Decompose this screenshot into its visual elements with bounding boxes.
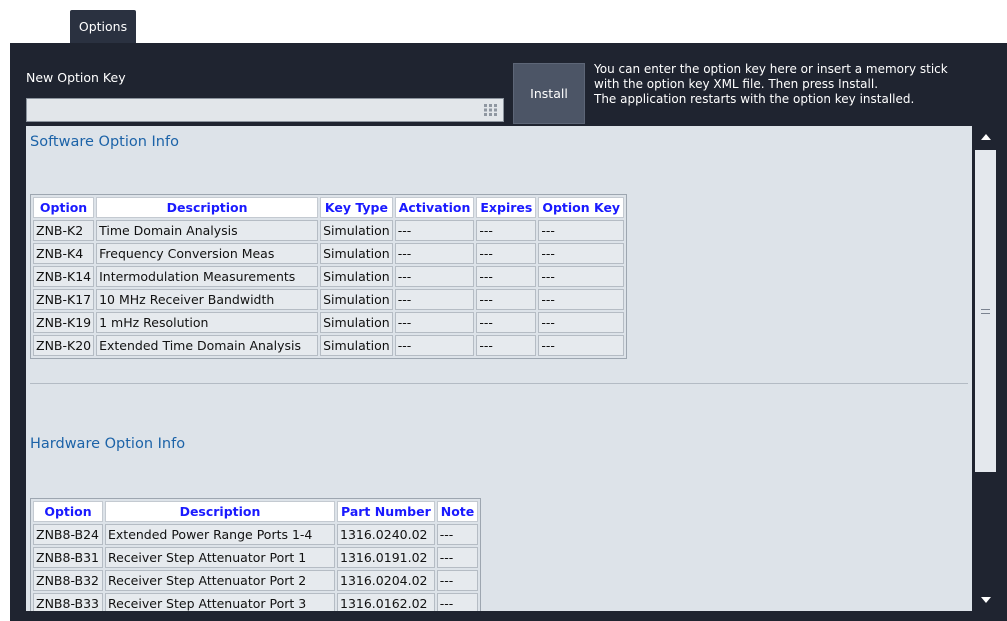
table-cell: Frequency Conversion Meas — [96, 243, 319, 264]
install-help-text: You can enter the option key here or ins… — [594, 62, 994, 107]
table-cell: Simulation — [320, 312, 393, 333]
table-cell: --- — [476, 266, 537, 287]
table-cell: --- — [394, 289, 475, 310]
section-divider — [30, 383, 968, 384]
table-cell: --- — [476, 243, 537, 264]
keypad-icon[interactable] — [484, 104, 497, 116]
table-cell: ZNB8-B24 — [33, 524, 103, 545]
table-row: ZNB-K19 1 mHz Resolution Simulation --- --- -… — [33, 312, 625, 333]
table-cell: ZNB-K2 — [33, 220, 95, 241]
arrow-up-icon[interactable] — [972, 126, 999, 148]
table-cell: ZNB8-B31 — [33, 547, 103, 568]
table-cell: Intermodulation Measurements — [96, 266, 319, 287]
table-cell: --- — [436, 547, 479, 568]
table-cell: ZNB-K20 — [33, 335, 95, 356]
column-header: Option — [33, 501, 103, 522]
help-line: The application restarts with the option… — [594, 92, 915, 106]
column-header: Option — [33, 197, 95, 218]
table-cell: --- — [538, 335, 625, 356]
table-row: ZNB8-B33 Receiver Step Attenuator Port 31… — [33, 593, 479, 611]
table-cell: --- — [436, 570, 479, 591]
option-info-view[interactable]: Software Option Info Option Description … — [26, 126, 972, 611]
hardware-option-table: Option Description Part Number Note ZNB8… — [30, 498, 482, 611]
table-cell: 1316.0162.02 — [337, 593, 435, 611]
column-header: Option Key — [538, 197, 625, 218]
table-row: ZNB8-B31 Receiver Step Attenuator Port 11… — [33, 547, 479, 568]
table-cell: ZNB-K14 — [33, 266, 95, 287]
table-cell: Receiver Step Attenuator Port 2 — [105, 570, 335, 591]
table-row: ZNB-K20 Extended Time Domain Analysis Simu… — [33, 335, 625, 356]
table-cell: ZNB-K19 — [33, 312, 95, 333]
column-header: Description — [105, 501, 335, 522]
table-cell: Simulation — [320, 266, 393, 287]
help-line: You can enter the option key here or ins… — [594, 62, 948, 76]
table-cell: Simulation — [320, 335, 393, 356]
arrow-down-icon[interactable] — [972, 589, 999, 611]
table-cell: --- — [476, 335, 537, 356]
table-row: ZNB-K4 Frequency Conversion Meas Simulatio… — [33, 243, 625, 264]
software-option-title: Software Option Info — [30, 134, 179, 150]
column-header: Expires — [476, 197, 537, 218]
table-cell: 1316.0204.02 — [337, 570, 435, 591]
scrollbar-thumb[interactable] — [975, 150, 996, 472]
table-row: ZNB-K2 Time Domain Analysis Simulation --- -… — [33, 220, 625, 241]
table-cell: ZNB8-B32 — [33, 570, 103, 591]
table-cell: --- — [538, 289, 625, 310]
table-cell: ZNB-K17 — [33, 289, 95, 310]
table-cell: ZNB-K4 — [33, 243, 95, 264]
table-cell: Simulation — [320, 243, 393, 264]
table-row: ZNB-K14 Intermodulation Measurements Simul… — [33, 266, 625, 287]
table-row: ZNB8-B24 Extended Power Range Ports 1-4 13… — [33, 524, 479, 545]
column-header: Description — [96, 197, 319, 218]
table-cell: --- — [394, 243, 475, 264]
table-cell: Receiver Step Attenuator Port 3 — [105, 593, 335, 611]
table-row: ZNB8-B32 Receiver Step Attenuator Port 21… — [33, 570, 479, 591]
table-cell: --- — [538, 312, 625, 333]
table-cell: --- — [538, 220, 625, 241]
table-cell: Receiver Step Attenuator Port 1 — [105, 547, 335, 568]
table-cell: 1316.0240.02 — [337, 524, 435, 545]
table-row: ZNB-K17 10 MHz Receiver Bandwidth Simulati… — [33, 289, 625, 310]
help-line: with the option key XML file. Then press… — [594, 77, 879, 91]
table-cell: Extended Time Domain Analysis — [96, 335, 319, 356]
tab-options[interactable]: Options — [70, 10, 136, 43]
table-cell: --- — [476, 289, 537, 310]
vertical-scrollbar[interactable] — [972, 126, 999, 611]
column-header: Key Type — [320, 197, 393, 218]
table-cell: --- — [394, 335, 475, 356]
grip-icon — [981, 308, 990, 314]
table-cell: --- — [394, 266, 475, 287]
table-cell: --- — [436, 593, 479, 611]
install-button[interactable]: Install — [513, 63, 585, 124]
table-cell: ZNB8-B33 — [33, 593, 103, 611]
table-cell: 1 mHz Resolution — [96, 312, 319, 333]
table-cell: --- — [538, 266, 625, 287]
table-cell: --- — [394, 312, 475, 333]
table-cell: --- — [476, 220, 537, 241]
table-cell: 10 MHz Receiver Bandwidth — [96, 289, 319, 310]
table-cell: --- — [394, 220, 475, 241]
table-cell: Extended Power Range Ports 1-4 — [105, 524, 335, 545]
table-cell: --- — [436, 524, 479, 545]
table-cell: 1316.0191.02 — [337, 547, 435, 568]
option-key-input[interactable] — [26, 98, 504, 122]
new-option-key-label: New Option Key — [26, 70, 126, 85]
table-cell: Time Domain Analysis — [96, 220, 319, 241]
table-cell: Simulation — [320, 289, 393, 310]
table-cell: Simulation — [320, 220, 393, 241]
software-option-table: Option Description Key Type Activation E… — [30, 194, 628, 359]
hardware-option-title: Hardware Option Info — [30, 436, 186, 452]
column-header: Note — [436, 501, 479, 522]
table-cell: --- — [476, 312, 537, 333]
column-header: Activation — [394, 197, 475, 218]
table-cell: --- — [538, 243, 625, 264]
column-header: Part Number — [337, 501, 435, 522]
